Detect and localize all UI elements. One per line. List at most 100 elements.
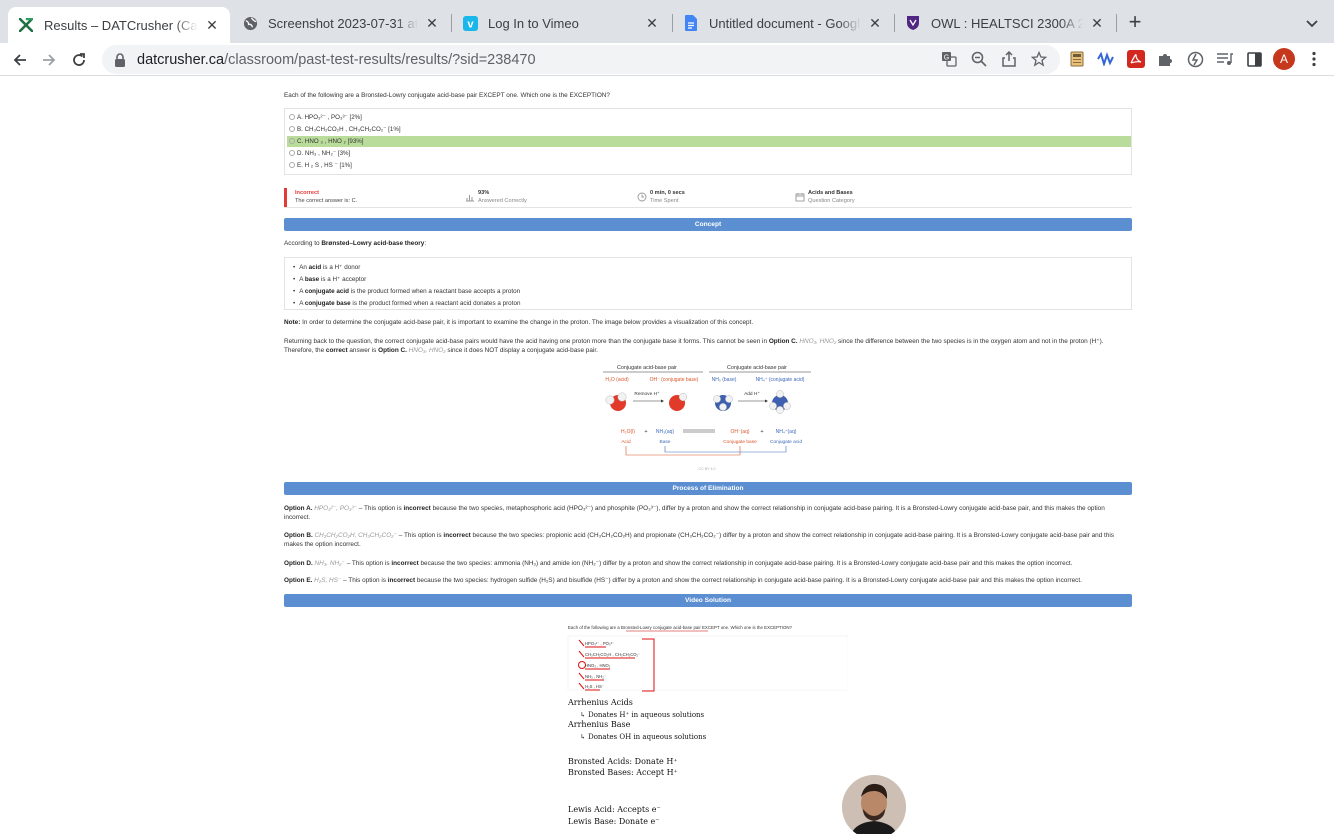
tab-search-chevron-icon[interactable]	[1302, 13, 1322, 33]
pair-label-left: Conjugate acid-base pair	[617, 365, 677, 371]
tab-title: Screenshot 2023-07-31 at 5.0	[268, 15, 418, 31]
address-bar[interactable]: datcrusher.ca/classroom/past-test-result…	[102, 45, 1060, 74]
wave-extension-icon[interactable]	[1096, 49, 1116, 69]
close-tab-icon[interactable]: ✕	[424, 15, 440, 31]
tab-google-docs[interactable]: Untitled document - Google Do ✕	[673, 7, 893, 39]
answer-option-d[interactable]: D. NH₃ , NH₂⁻ [3%]	[287, 148, 1131, 159]
add-proton-label: Add H⁺	[744, 391, 760, 397]
tab-title: Untitled document - Google Do	[709, 15, 861, 31]
eq-h2o: H₂O(l)	[621, 429, 635, 435]
extensions-puzzle-icon[interactable]	[1155, 49, 1175, 69]
answer-option-a[interactable]: A. HPO₃²⁻ , PO₃³⁻ [2%]	[287, 112, 1131, 123]
speed-extension-icon[interactable]	[1185, 49, 1205, 69]
tab-title: Log In to Vimeo	[488, 15, 579, 31]
concept-explanation: Returning back to the question, the corr…	[284, 338, 1104, 354]
close-tab-icon[interactable]: ✕	[867, 15, 883, 31]
answer-option-b[interactable]: B. CH₃CH₂CO₂H , CH₃CH₂CO₂⁻ [1%]	[287, 124, 1131, 135]
tab-title: OWL : HEALTSCI 2300A 200 S	[931, 15, 1083, 31]
base-pair-connector	[664, 446, 787, 453]
tab-separator	[1116, 14, 1117, 32]
calendar-icon	[795, 193, 805, 202]
hydroxide-molecule	[669, 392, 688, 411]
browser-menu-icon[interactable]	[1304, 49, 1324, 69]
google-docs-icon	[683, 15, 699, 31]
instructor-avatar	[842, 775, 906, 834]
svg-text:v: v	[467, 18, 474, 30]
profile-avatar[interactable]: A	[1273, 48, 1295, 70]
page-content: Each of the following are a Bronsted-Low…	[0, 77, 1334, 834]
svg-text:Bronsted Acids: Donate H⁺: Bronsted Acids: Donate H⁺	[568, 757, 678, 766]
close-tab-icon[interactable]: ✕	[1089, 15, 1105, 31]
question-prompt: Each of the following are a Bronsted-Low…	[284, 92, 610, 99]
share-icon[interactable]	[1000, 50, 1018, 68]
result-stats-bar: Incorrect The correct answer is: C. 93% …	[284, 188, 1132, 208]
concept-header: Concept	[284, 218, 1132, 231]
western-shield-icon	[905, 15, 921, 31]
label-base: Base	[660, 439, 671, 445]
answer-options: A. HPO₃²⁻ , PO₃³⁻ [2%] B. CH₃CH₂CO₂H , C…	[284, 108, 1132, 175]
tab-vimeo[interactable]: v Log In to Vimeo ✕	[452, 7, 670, 39]
label-acid: Acid	[621, 439, 631, 445]
acid-pair-connector	[625, 446, 741, 456]
reading-list-icon[interactable]	[1214, 49, 1234, 69]
bookmark-star-icon[interactable]	[1030, 50, 1048, 68]
tab-datcrusher[interactable]: Results – DATCrusher (Canadian ✕	[8, 7, 230, 43]
answer-option-c[interactable]: C. HNO ₃ , HNO ₂ [93%]	[287, 136, 1131, 147]
list-item: A conjugate base is the product formed w…	[293, 298, 1131, 310]
svg-text:Arrhenius Acids: Arrhenius Acids	[567, 698, 633, 707]
elimination-option-a: Option A. HPO₃²⁻, PO₃³⁻ – This option is…	[284, 505, 1105, 521]
water-molecule	[605, 392, 627, 411]
label-conjugate-base: Conjugate base	[723, 439, 757, 445]
svg-text:↳ Donates H⁺ in aqueous soluti: ↳ Donates H⁺ in aqueous solutions	[580, 711, 705, 719]
vimeo-icon: v	[462, 15, 478, 31]
eq-nh4: NH₄⁺(aq)	[776, 429, 797, 435]
back-button[interactable]	[9, 49, 31, 71]
nh3-base-label: NH₃ (base)	[712, 377, 737, 383]
label-conjugate-acid: Conjugate acid	[770, 439, 802, 445]
pair-label-right: Conjugate acid-base pair	[727, 365, 787, 371]
video-question-text: Each of the following are a Bronsted-Low…	[568, 625, 793, 630]
eq-plus: +	[644, 429, 647, 435]
acrobat-extension-icon[interactable]	[1126, 49, 1146, 69]
ammonium-molecule	[769, 390, 791, 414]
radio-button[interactable]	[289, 138, 295, 144]
video-option-e: H₂S , HS⁻	[585, 684, 604, 689]
close-tab-icon[interactable]: ✕	[644, 15, 660, 31]
video-option-a: HPO₃²⁻ , PO₃³⁻	[585, 641, 614, 646]
svg-text:↳ Donates OH in aqueous soluti: ↳ Donates OH in aqueous solutions	[580, 733, 707, 741]
nh4-acid-label: NH₄⁺ (conjugate acid)	[756, 377, 805, 383]
svg-text:Bronsted Bases: Accept H⁺: Bronsted Bases: Accept H⁺	[568, 768, 678, 777]
video-option-c: HNO₃ , HNO₂	[585, 663, 611, 668]
side-panel-icon[interactable]	[1244, 49, 1264, 69]
eq-oh: OH⁻(aq)	[730, 429, 749, 435]
conjugate-acid-base-diagram: Conjugate acid-base pair Conjugate acid-…	[603, 365, 811, 471]
category-stat: Acids and Bases Question Category	[795, 190, 855, 205]
lock-icon	[115, 52, 125, 67]
reload-button[interactable]	[68, 49, 90, 71]
concept-note: Note: In order to determine the conjugat…	[284, 319, 754, 326]
answer-option-e[interactable]: E. H ₂ S , HS ⁻ [1%]	[287, 160, 1131, 171]
radio-button[interactable]	[289, 162, 295, 168]
new-tab-button[interactable]: +	[1124, 11, 1146, 34]
time-stat: 0 min, 0 secs Time Spent	[637, 190, 685, 205]
svg-text:G: G	[944, 55, 949, 62]
forward-button[interactable]	[38, 49, 60, 71]
tab-screenshot[interactable]: Screenshot 2023-07-31 at 5.0 ✕	[232, 7, 450, 39]
ammonia-molecule	[713, 395, 733, 411]
video-solution-player[interactable]: Each of the following are a Bronsted-Low…	[560, 619, 848, 834]
close-tab-icon[interactable]: ✕	[204, 17, 220, 33]
elimination-option-d: Option D. NH₃, NH₂⁻ – This option is inc…	[284, 560, 1073, 567]
radio-button[interactable]	[289, 114, 295, 120]
datcrusher-icon	[18, 17, 34, 33]
radio-button[interactable]	[289, 150, 295, 156]
calculator-extension-icon[interactable]	[1067, 49, 1087, 69]
remove-proton-label: Remove H⁺	[634, 391, 660, 397]
url-host: datcrusher.ca	[137, 51, 225, 68]
zoom-icon[interactable]	[970, 50, 988, 68]
globe-icon	[242, 15, 258, 31]
radio-button[interactable]	[289, 126, 295, 132]
concept-bullet-list: An acid is a H⁺ donor A base is a H⁺ acc…	[284, 257, 1132, 310]
translate-icon[interactable]: G	[940, 50, 958, 68]
list-item: An acid is a H⁺ donor	[293, 262, 1131, 274]
tab-owl[interactable]: OWL : HEALTSCI 2300A 200 S ✕	[895, 7, 1115, 39]
